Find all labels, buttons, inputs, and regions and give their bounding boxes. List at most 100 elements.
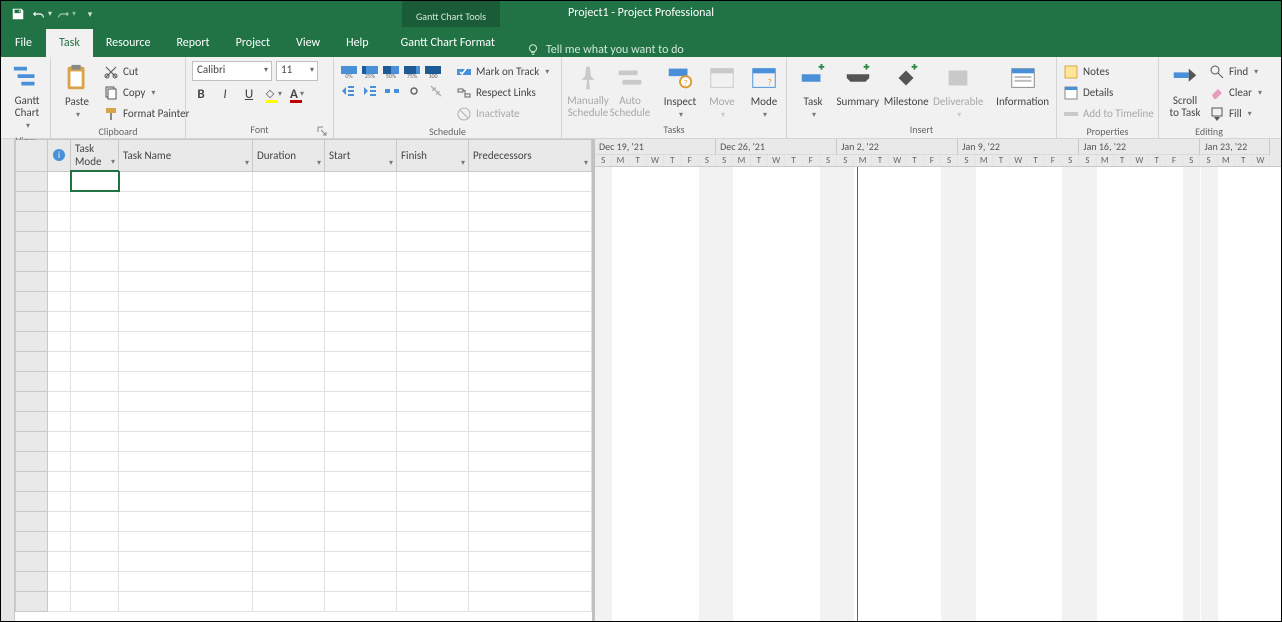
tab-task[interactable]: Task [46,29,93,57]
insert-task-button[interactable]: Task▾ [793,61,833,122]
tab-report[interactable]: Report [163,29,222,57]
save-icon[interactable] [7,3,29,25]
pct25-icon[interactable]: 25% [361,61,379,79]
pct50-icon[interactable]: 50% [382,61,400,79]
table-row[interactable] [16,571,592,591]
qat-customize-icon[interactable]: ▾ [79,3,101,25]
redo-icon[interactable]: ▾ [55,3,77,25]
timeline-day: T [785,155,802,166]
table-row[interactable] [16,551,592,571]
add-to-timeline-button[interactable]: Add to Timeline [1063,103,1154,124]
table-row[interactable] [16,391,592,411]
scroll-to-task-button[interactable]: Scroll to Task [1165,61,1205,120]
inspect-button[interactable]: ?Inspect▾ [660,61,700,122]
mode-button[interactable]: ?Mode▾ [744,61,784,122]
pct75-icon[interactable]: 75% [403,61,421,79]
cut-button[interactable]: Cut [103,61,189,82]
unlink-tasks-icon[interactable] [428,83,444,99]
manually-schedule-button[interactable]: Manually Schedule [568,61,608,120]
outdent-icon[interactable] [340,83,356,99]
weekend-shade [1062,167,1079,621]
pct0-icon[interactable]: 0% [340,61,358,79]
table-row[interactable] [16,591,592,611]
find-button[interactable]: Find▾ [1209,61,1262,82]
deliverable-button[interactable]: Deliverable▾ [932,61,984,122]
timeline-body[interactable] [595,167,1281,621]
timeline-week: Jan 2, '22 [837,139,958,155]
view-bar[interactable]: GANTT CHART [1,139,15,621]
scissors-icon [103,64,119,80]
tab-view[interactable]: View [283,29,333,57]
col-predecessors[interactable]: Predecessors▾ [469,140,592,172]
split-task-icon[interactable] [384,83,400,99]
task-sheet[interactable]: i Task Mode▾ Task Name▾ Duration▾ Start▾… [15,139,595,621]
col-task-mode[interactable]: Task Mode▾ [71,140,119,172]
italic-button[interactable]: I [216,85,234,103]
information-button[interactable]: Information [995,61,1050,110]
contextual-tab-label: Gantt Chart Tools [402,1,500,27]
timeline-day: T [751,155,768,166]
table-row[interactable] [16,311,592,331]
col-duration[interactable]: Duration▾ [253,140,325,172]
milestone-button[interactable]: Milestone [883,61,930,110]
table-row[interactable] [16,351,592,371]
tab-gantt-chart-format[interactable]: Gantt Chart Format [388,29,508,57]
col-indicators[interactable]: i [48,140,71,172]
link-tasks-icon[interactable] [406,83,422,99]
format-painter-button[interactable]: Format Painter [103,103,189,124]
col-task-name[interactable]: Task Name▾ [119,140,253,172]
col-start[interactable]: Start▾ [325,140,397,172]
pct100-icon[interactable]: 100 [424,61,442,79]
weekend-shade [941,167,958,621]
col-finish[interactable]: Finish▾ [397,140,469,172]
table-row[interactable] [16,291,592,311]
inactivate-button[interactable]: Inactivate [456,103,549,124]
paste-button[interactable]: Paste▾ [57,61,97,122]
table-row[interactable] [16,531,592,551]
mark-on-track-button[interactable]: Mark on Track▾ [456,61,549,82]
tab-resource[interactable]: Resource [93,29,164,57]
dialog-launcher-icon[interactable] [317,126,327,136]
tell-me-search[interactable]: Tell me what you want to do [508,43,684,57]
group-label-editing: Editing [1165,124,1253,139]
bucket-icon [264,88,276,100]
details-button[interactable]: Details [1063,82,1154,103]
fill-color-button[interactable]: ▾ [264,85,282,103]
copy-button[interactable]: Copy▾ [103,82,189,103]
undo-icon[interactable]: ▾ [31,3,53,25]
table-row[interactable] [16,431,592,451]
table-row[interactable] [16,411,592,431]
bold-button[interactable]: B [192,85,210,103]
table-row[interactable] [16,491,592,511]
clear-button[interactable]: Clear▾ [1209,82,1262,103]
notes-button[interactable]: Notes [1063,61,1154,82]
font-size-combo[interactable]: 11▾ [276,61,318,81]
font-name-combo[interactable]: Calibri▾ [192,61,272,81]
table-row[interactable] [16,231,592,251]
gantt-chart-button[interactable]: Gantt Chart▾ [7,61,47,133]
fill-button[interactable]: Fill▾ [1209,103,1262,124]
table-row[interactable] [16,371,592,391]
tab-help[interactable]: Help [333,29,382,57]
table-row[interactable] [16,171,592,191]
table-row[interactable] [16,211,592,231]
table-row[interactable] [16,471,592,491]
table-row[interactable] [16,191,592,211]
tab-project[interactable]: Project [223,29,283,57]
gantt-timeline[interactable]: Dec 19, '21Dec 26, '21Jan 2, '22Jan 9, '… [595,139,1281,621]
table-row[interactable] [16,511,592,531]
summary-button[interactable]: Summary [835,61,881,110]
respect-links-button[interactable]: Respect Links [456,82,549,103]
table-row[interactable] [16,271,592,291]
underline-button[interactable]: U [240,85,258,103]
timeline-day: S [1200,155,1217,166]
move-button[interactable]: Move▾ [702,61,742,122]
col-rownum[interactable] [16,140,48,172]
auto-schedule-button[interactable]: Auto Schedule [610,61,650,120]
table-row[interactable] [16,451,592,471]
font-color-button[interactable]: A▾ [288,85,306,103]
indent-icon[interactable] [362,83,378,99]
table-row[interactable] [16,331,592,351]
tab-file[interactable]: File [1,29,46,57]
table-row[interactable] [16,251,592,271]
